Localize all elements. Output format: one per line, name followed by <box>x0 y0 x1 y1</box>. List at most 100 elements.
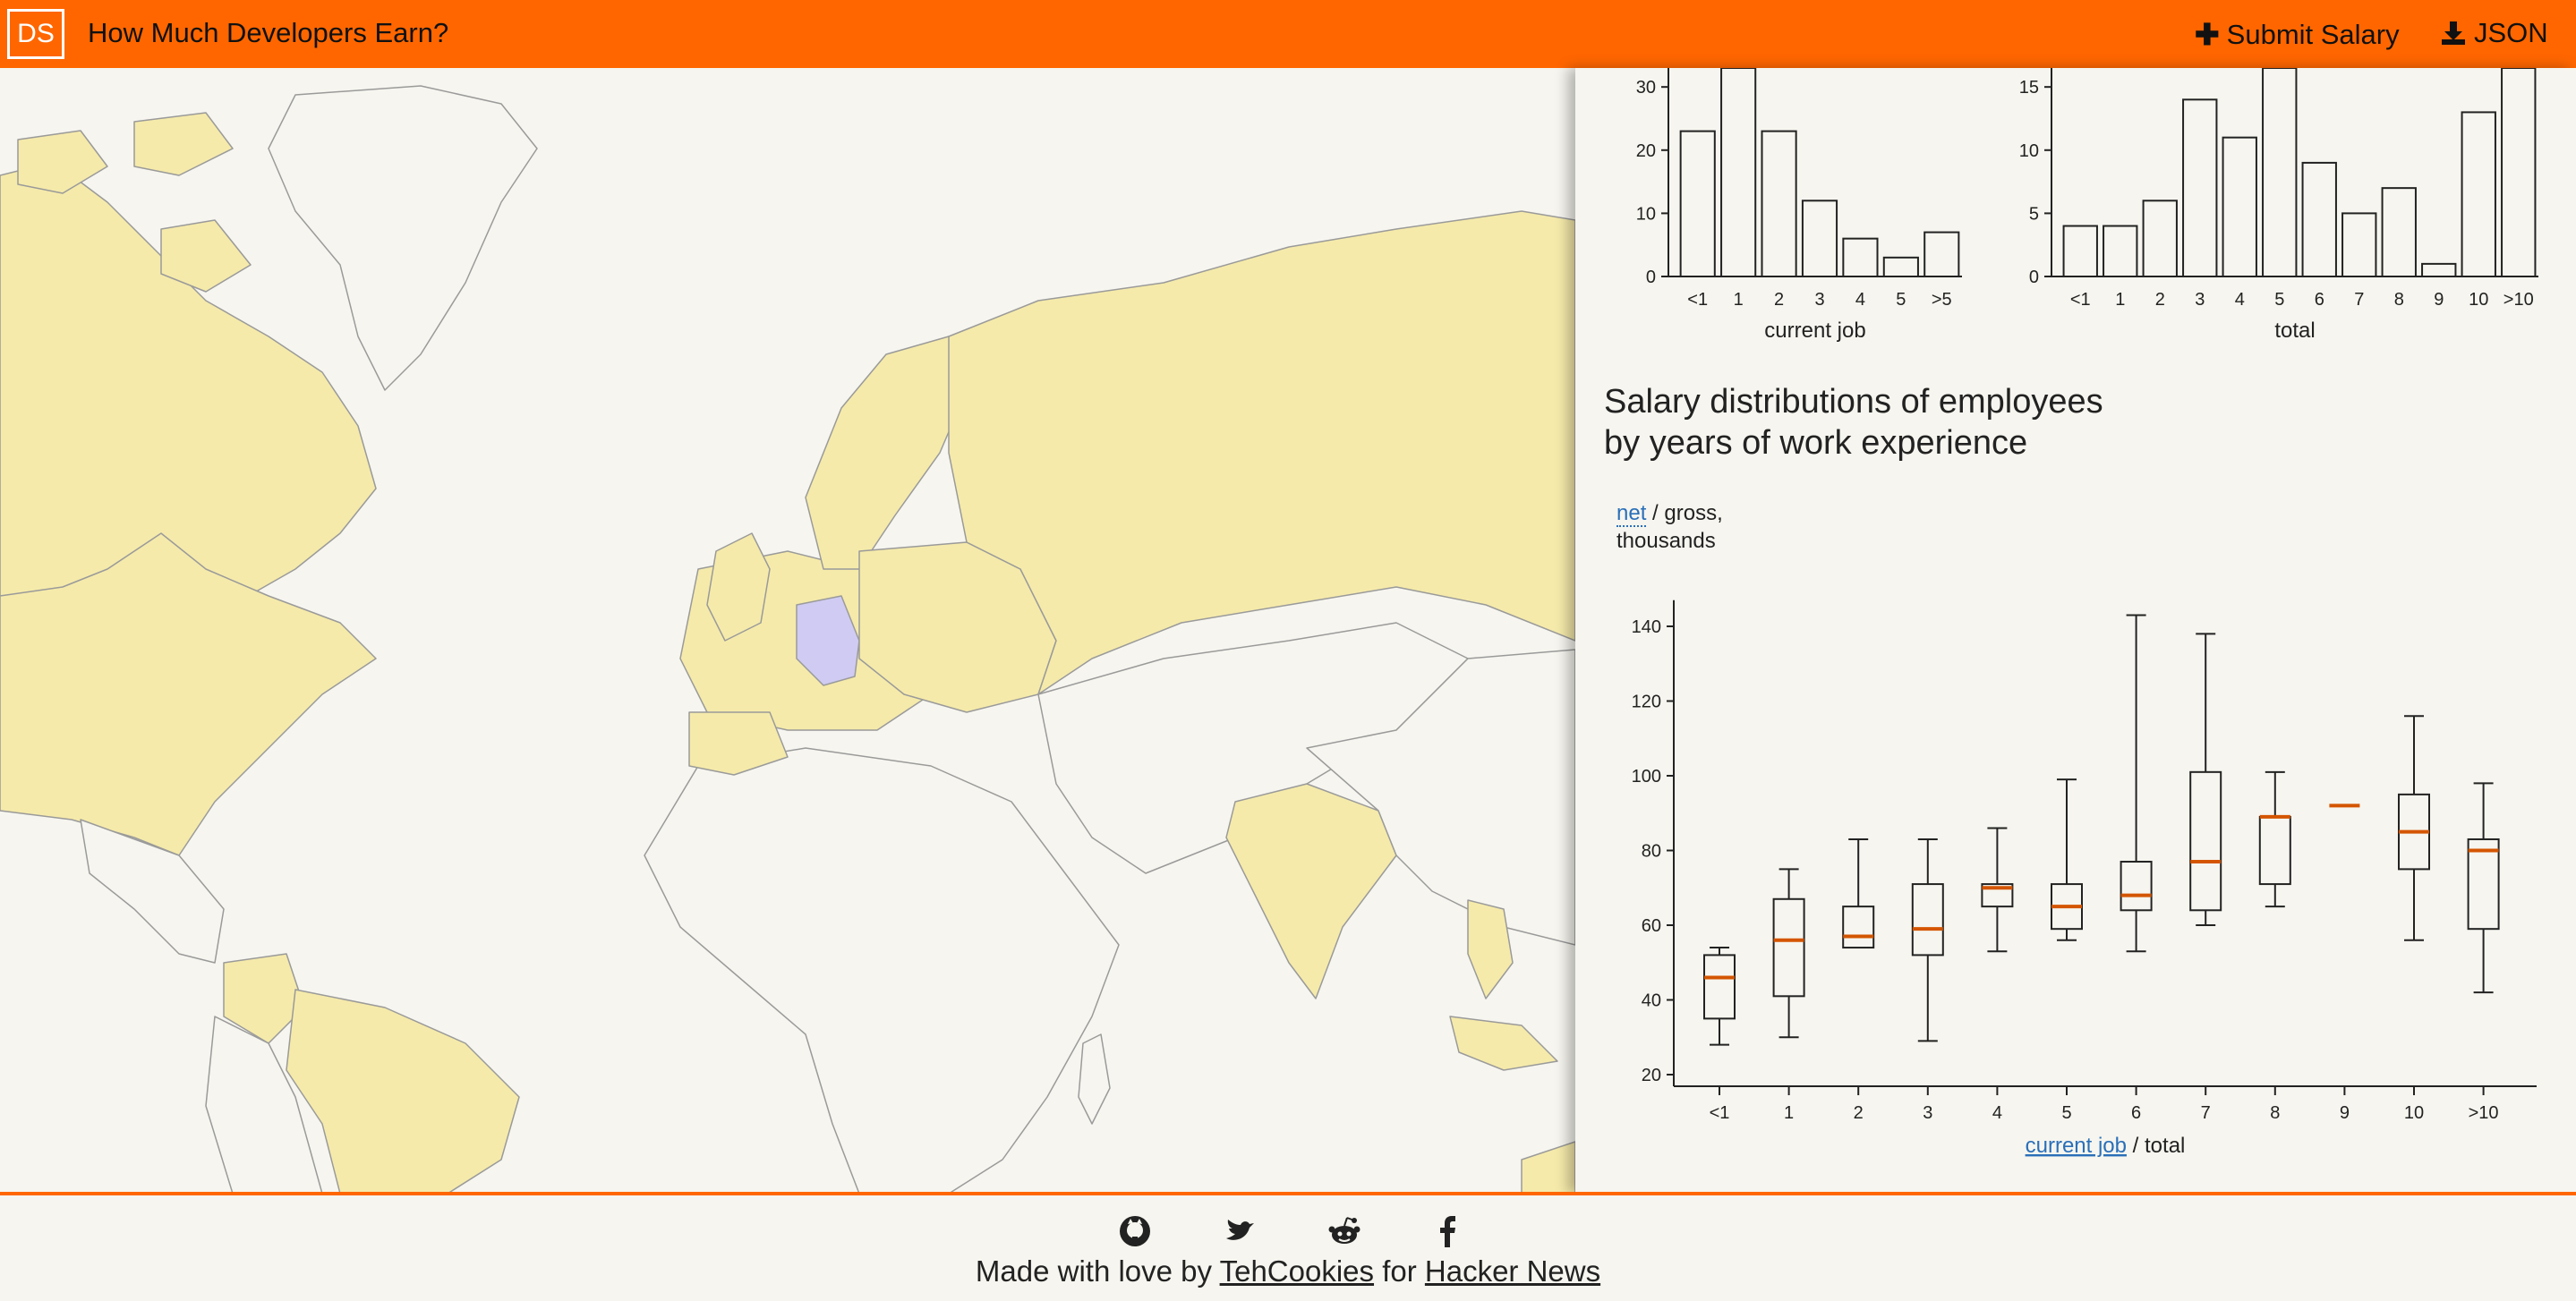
box-iqr[interactable] <box>2467 838 2500 931</box>
hist-x-tick-label: 8 <box>2394 290 2404 310</box>
box-x-tick-label: 2 <box>1854 1103 1864 1123</box>
hist-bar[interactable] <box>2381 187 2417 278</box>
hist-x-tick-label: 5 <box>2274 290 2284 310</box>
hist-bar[interactable] <box>1801 200 1838 277</box>
hist-bar[interactable] <box>1720 68 1757 277</box>
region-scandinavia[interactable] <box>805 336 968 570</box>
box-y-tick-label: 60 <box>1642 916 1661 936</box>
hist-x-tick-label: 4 <box>2235 290 2245 310</box>
panel-charts-svg: 0102030<1 1 2 3 4 5 >5current job 051015<1 1 2 3 4… <box>1632 68 2538 1158</box>
made-with-love-text: Made with love by <box>975 1254 1220 1288</box>
country-brazil[interactable] <box>286 989 520 1194</box>
box-x-tick-label: 10 <box>2404 1103 2424 1123</box>
salary-unit-selector: net / gross, thousands <box>1616 499 1723 555</box>
hist-bar[interactable] <box>2461 111 2496 278</box>
box-y-tick-label: 140 <box>1632 617 1661 637</box>
footer: Made with love by TehCookies for Hacker … <box>0 1195 2576 1301</box>
hist-bar[interactable] <box>2103 225 2138 277</box>
country-india[interactable] <box>1225 783 1397 999</box>
hist-y-tick-label: 30 <box>1636 78 1656 98</box>
hist-x-tick-label: >5 <box>1932 290 1952 310</box>
box-x-tick-label: 3 <box>1923 1103 1932 1123</box>
boxplot-salary-by-experience: 20 40 60 80 100 120 140 <1 1 2 3 4 5 6 7 8 9 10 >10 current… <box>1632 599 2537 1158</box>
total-toggle-text[interactable]: / total <box>2127 1134 2185 1158</box>
site-logo[interactable]: DS <box>7 9 64 59</box>
hist-y-tick-label: 0 <box>1646 268 1656 287</box>
hist-bar[interactable] <box>2501 68 2537 277</box>
hist-x-tick-label: <1 <box>1687 290 1708 310</box>
top-navigation-bar: DS How Much Developers Earn? ✚ Submit Sa… <box>0 0 2576 68</box>
facebook-icon[interactable] <box>1430 1213 1466 1249</box>
hist-bar[interactable] <box>2182 98 2218 278</box>
box-x-tick-label: 9 <box>2340 1103 2350 1123</box>
hist-y-tick-label: 10 <box>2019 141 2039 161</box>
hist-x-tick-label: 7 <box>2354 290 2364 310</box>
boxplot-title-line1: Salary distributions of employees <box>1604 383 2103 421</box>
box-y-tick-label: 100 <box>1632 767 1661 787</box>
plus-icon: ✚ <box>2195 18 2220 51</box>
hist-x-tick-label: 1 <box>2115 290 2125 310</box>
hist-x-tick-label: 3 <box>2195 290 2205 310</box>
hist-x-tick-label: 5 <box>1896 290 1906 310</box>
site-title[interactable]: How Much Developers Earn? <box>88 17 448 49</box>
net-toggle-link[interactable]: net <box>1616 501 1647 527</box>
twitter-icon[interactable] <box>1223 1213 1258 1249</box>
hist-y-tick-label: 0 <box>2029 268 2039 287</box>
hist-bar[interactable] <box>2341 212 2377 277</box>
hist-x-tick-label: 6 <box>2315 290 2324 310</box>
hist-y-tick-label: 15 <box>2019 78 2039 98</box>
box-iqr[interactable] <box>1911 883 1944 957</box>
hist-bar[interactable] <box>2262 68 2298 277</box>
hist-x-axis-label: total <box>2274 319 2315 343</box>
submit-salary-label: Submit Salary <box>2226 18 2400 50</box>
hist-x-tick-label: <1 <box>2070 290 2091 310</box>
world-map[interactable] <box>0 68 1575 1194</box>
hist-bar[interactable] <box>1923 231 1960 278</box>
github-icon[interactable] <box>1117 1213 1153 1249</box>
box-x-tick-label: 6 <box>2131 1103 2141 1123</box>
hist-bar[interactable] <box>2421 262 2457 277</box>
country-madagascar[interactable] <box>1078 1033 1111 1125</box>
box-iqr[interactable] <box>1842 906 1875 949</box>
hist-bar[interactable] <box>2142 200 2178 277</box>
hist-x-tick-label: >10 <box>2503 290 2534 310</box>
hist-x-axis-label: current job <box>1764 319 1865 343</box>
box-y-tick-label: 40 <box>1642 991 1661 1011</box>
json-download-button[interactable]: JSON <box>2440 17 2548 49</box>
reddit-icon[interactable] <box>1326 1213 1362 1249</box>
hist-bar[interactable] <box>2222 136 2257 277</box>
box-x-tick-label: 5 <box>2061 1103 2071 1123</box>
box-iqr[interactable] <box>1703 954 1736 1020</box>
box-x-tick-label: 4 <box>1992 1103 2002 1123</box>
hacker-news-link[interactable]: Hacker News <box>1425 1254 1600 1288</box>
region-indonesia[interactable] <box>1449 1016 1558 1071</box>
current-job-toggle-link[interactable]: current job <box>2026 1134 2127 1158</box>
hist-y-tick-label: 20 <box>1636 141 1656 161</box>
box-x-tick-label: <1 <box>1710 1103 1730 1123</box>
region-greenland[interactable] <box>268 85 538 391</box>
hist-bar[interactable] <box>1842 237 1879 278</box>
json-label: JSON <box>2474 17 2548 48</box>
box-iqr[interactable] <box>2120 861 2153 912</box>
hist-bar[interactable] <box>2301 161 2337 277</box>
statistics-panel[interactable]: 0 10 20 30 <1 1 2 3 4 5 >5 current job 0 5 10 15 <1 1 2 3 4… <box>1575 68 2576 1194</box>
boxplot-title-line2: by years of work experience <box>1604 424 2028 462</box>
hist-bar[interactable] <box>1882 256 1919 277</box>
box-x-tick-label: 1 <box>1784 1103 1794 1123</box>
box-iqr[interactable] <box>2258 815 2291 886</box>
box-x-tick-label: 7 <box>2201 1103 2211 1123</box>
box-iqr[interactable] <box>1772 897 1805 998</box>
region-australia-edge[interactable] <box>1521 1141 1575 1194</box>
box-iqr[interactable] <box>2189 770 2222 912</box>
world-map-svg[interactable] <box>0 68 1575 1194</box>
author-link[interactable]: TehCookies <box>1220 1254 1374 1288</box>
submit-salary-button[interactable]: ✚ Submit Salary <box>2195 17 2400 52</box>
box-x-tick-label: >10 <box>2469 1103 2499 1123</box>
hist-bar[interactable] <box>2062 225 2098 277</box>
gross-toggle-text[interactable]: / gross, <box>1646 501 1723 525</box>
download-icon <box>2442 21 2465 45</box>
hist-bar[interactable] <box>1761 130 1797 277</box>
region-africa[interactable] <box>644 747 1120 1194</box>
hist-x-tick-label: 1 <box>1734 290 1744 310</box>
hist-bar[interactable] <box>1679 130 1716 277</box>
